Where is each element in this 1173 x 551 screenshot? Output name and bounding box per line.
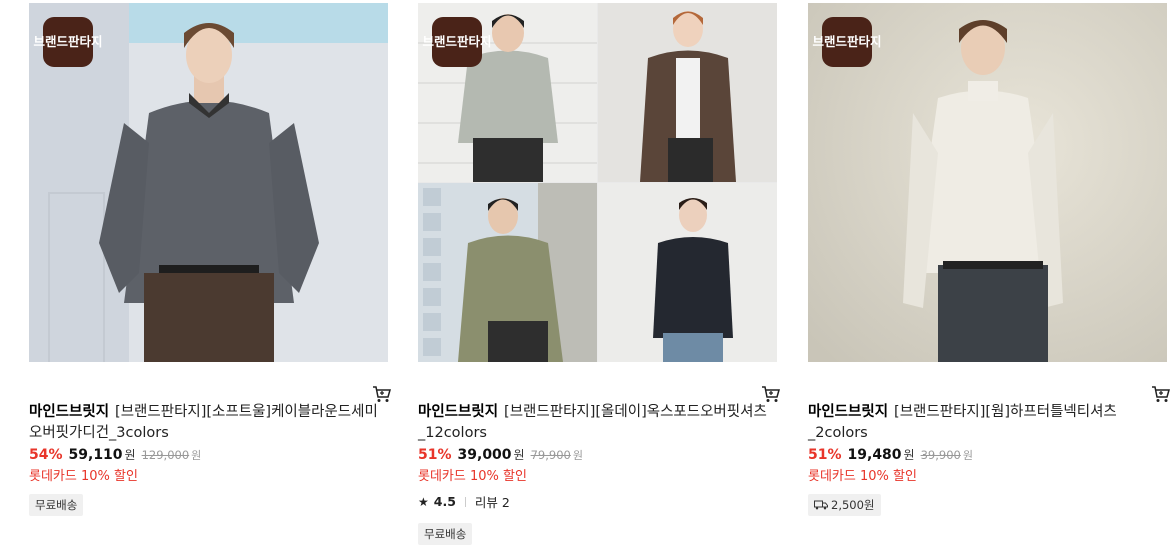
cart-icon[interactable] — [1151, 385, 1171, 403]
brand-fantasy-badge: 브랜드판타지 — [34, 17, 103, 67]
product-title[interactable]: 마인드브릿지 [브랜드판타지][웜]하프터틀넥티셔츠_2colors — [808, 402, 1168, 444]
original-price: 79,900 — [530, 448, 571, 462]
card-promo: 롯데카드 10% 할인 — [418, 469, 527, 484]
product-image[interactable]: 브랜드판타지 — [418, 3, 777, 362]
currency-label: 원 — [903, 448, 915, 462]
original-price: 129,000 — [141, 448, 190, 462]
cart-icon[interactable] — [372, 385, 392, 403]
currency-label: 원 — [124, 448, 136, 462]
product-image[interactable]: 브랜드판타지 — [808, 3, 1167, 362]
product-title[interactable]: 마인드브릿지 [브랜드판타지][소프트울]케이블라운드세미오버핏가디건_3colo… — [29, 402, 389, 444]
rating-row[interactable]: ★ 4.5 리뷰 2 — [418, 492, 778, 511]
rating-value: 4.5 — [433, 494, 456, 509]
original-currency-label: 원 — [572, 449, 583, 462]
card-promo: 롯데카드 10% 할인 — [29, 469, 138, 484]
shipping-label: 무료배송 — [35, 498, 78, 512]
price-row: 54% 59,110 원 129,000 원 — [29, 446, 389, 463]
review-count[interactable]: 리뷰 2 — [475, 492, 510, 511]
star-icon: ★ — [418, 494, 429, 509]
card-promo: 롯데카드 10% 할인 — [808, 469, 917, 484]
brand-name: 마인드브릿지 — [29, 404, 110, 420]
cart-icon[interactable] — [761, 385, 781, 403]
product-card[interactable]: 브랜드판타지 마인드브릿지 [브랜드판타지][웜]하프터틀넥티셔츠_2colors… — [808, 3, 1171, 516]
sale-price: 19,480 — [847, 447, 902, 463]
currency-label: 원 — [513, 448, 525, 462]
discount-rate: 54% — [29, 447, 63, 463]
product-card[interactable]: 브랜드판타지 마인드브릿지 [브랜드판타지][올데이]옥스포드오버핏셔츠_12co… — [418, 3, 781, 545]
price-row: 51% 19,480 원 39,900 원 — [808, 446, 1168, 463]
brand-fantasy-badge: 브랜드판타지 — [813, 17, 882, 67]
truck-icon — [814, 500, 828, 510]
sale-price: 59,110 — [68, 447, 123, 463]
original-currency-label: 원 — [191, 449, 202, 462]
shipping-tag: 2,500원 — [808, 494, 881, 516]
discount-rate: 51% — [808, 447, 842, 463]
shipping-tag: 무료배송 — [29, 494, 84, 516]
shipping-label: 무료배송 — [424, 527, 467, 541]
product-image[interactable]: 브랜드판타지 — [29, 3, 388, 362]
price-row: 51% 39,000 원 79,900 원 — [418, 446, 778, 463]
divider — [464, 496, 466, 507]
sale-price: 39,000 — [457, 447, 512, 463]
discount-rate: 51% — [418, 447, 452, 463]
brand-name: 마인드브릿지 — [808, 404, 889, 420]
product-card[interactable]: 브랜드판타지 마인드브릿지 [브랜드판타지][소프트울]케이블라운드세미오버핏가디… — [29, 3, 392, 516]
brand-fantasy-badge: 브랜드판타지 — [423, 17, 492, 67]
original-currency-label: 원 — [962, 449, 973, 462]
original-price: 39,900 — [920, 448, 961, 462]
brand-name: 마인드브릿지 — [418, 404, 499, 420]
product-title[interactable]: 마인드브릿지 [브랜드판타지][올데이]옥스포드오버핏셔츠_12colors — [418, 402, 778, 444]
shipping-fee: 2,500원 — [831, 498, 875, 512]
shipping-tag: 무료배송 — [418, 523, 473, 545]
